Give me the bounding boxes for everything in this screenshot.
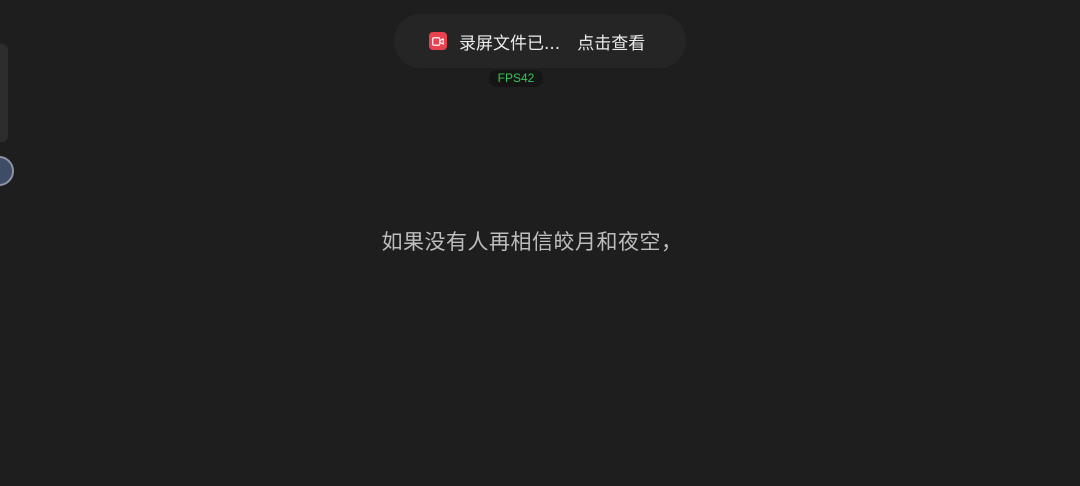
floating-assistant-bubble[interactable]: [0, 156, 14, 186]
view-recording-link[interactable]: 点击查看: [577, 29, 645, 54]
screen-record-icon: [429, 32, 447, 50]
toast-message: 录屏文件已...: [459, 33, 561, 54]
side-drag-handle[interactable]: [0, 44, 8, 142]
fps-counter: FPS42: [489, 70, 543, 87]
lyric-line: 如果没有人再相信皎月和夜空，: [381, 230, 683, 254]
screen-recording-toast[interactable]: 录屏文件已... 点击查看: [394, 14, 686, 68]
